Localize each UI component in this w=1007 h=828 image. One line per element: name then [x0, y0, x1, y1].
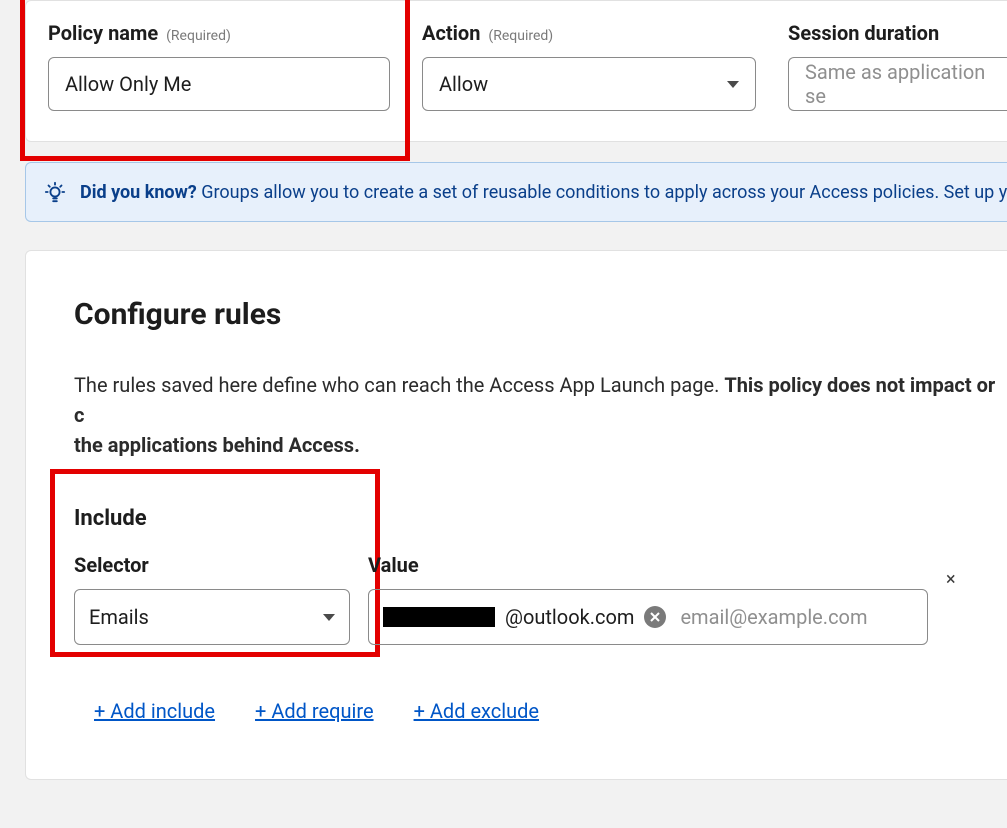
info-banner: Did you know? Groups allow you to create… — [25, 162, 1007, 222]
chevron-down-icon — [323, 614, 335, 621]
chevron-down-icon — [727, 81, 739, 88]
action-label: Action — [422, 21, 480, 45]
value-label: Value — [368, 553, 928, 577]
policy-name-value: Allow Only Me — [65, 72, 191, 96]
include-rule-row: Selector Emails Value @outlook.com email… — [74, 553, 1007, 645]
value-column: Value @outlook.com email@example.com — [368, 553, 928, 645]
session-duration-placeholder: Same as application se — [805, 60, 991, 108]
configure-rules-heading: Configure rules — [74, 297, 1007, 332]
selector-label: Selector — [74, 553, 350, 577]
remove-chip-button[interactable] — [644, 606, 666, 628]
policy-name-input[interactable]: Allow Only Me — [48, 57, 390, 111]
configure-rules-card: Configure rules The rules saved here def… — [25, 250, 1007, 780]
policy-name-field: Policy name (Required) Allow Only Me — [48, 21, 390, 111]
email-chip-suffix: @outlook.com — [505, 605, 634, 629]
include-heading: Include — [74, 506, 1007, 531]
close-icon — [650, 612, 660, 622]
policy-top-card: Policy name (Required) Allow Only Me Act… — [25, 0, 1007, 142]
value-placeholder: email@example.com — [680, 605, 913, 629]
action-field: Action (Required) Allow — [422, 21, 756, 111]
rules-desc-plain: The rules saved here define who can reac… — [74, 373, 724, 397]
action-value: Allow — [439, 72, 488, 96]
email-chip: @outlook.com — [383, 605, 666, 629]
remove-rule-button[interactable]: × — [946, 553, 956, 590]
action-required: (Required) — [488, 28, 553, 44]
add-exclude-link[interactable]: + Add exclude — [414, 699, 539, 723]
configure-rules-description: The rules saved here define who can reac… — [74, 370, 1007, 460]
redacted-text — [383, 607, 495, 627]
selector-select[interactable]: Emails — [74, 589, 350, 645]
banner-lead: Did you know? — [80, 182, 197, 203]
banner-body: Groups allow you to create a set of reus… — [201, 182, 1007, 203]
lightbulb-icon — [44, 181, 66, 203]
session-duration-label: Session duration — [788, 21, 939, 45]
session-duration-select[interactable]: Same as application se — [788, 57, 1007, 111]
add-rule-links: + Add include + Add require + Add exclud… — [94, 699, 1007, 723]
banner-text: Did you know? Groups allow you to create… — [80, 182, 1007, 203]
add-require-link[interactable]: + Add require — [255, 699, 374, 723]
selector-column: Selector Emails — [74, 553, 350, 645]
value-input[interactable]: @outlook.com email@example.com — [368, 589, 928, 645]
session-duration-field: Session duration Same as application se — [788, 21, 1007, 111]
policy-name-required: (Required) — [166, 28, 231, 44]
policy-name-label: Policy name — [48, 21, 158, 45]
selector-value: Emails — [89, 605, 149, 629]
action-select[interactable]: Allow — [422, 57, 756, 111]
rules-desc-bold2: the applications behind Access. — [74, 433, 360, 457]
add-include-link[interactable]: + Add include — [94, 699, 215, 723]
